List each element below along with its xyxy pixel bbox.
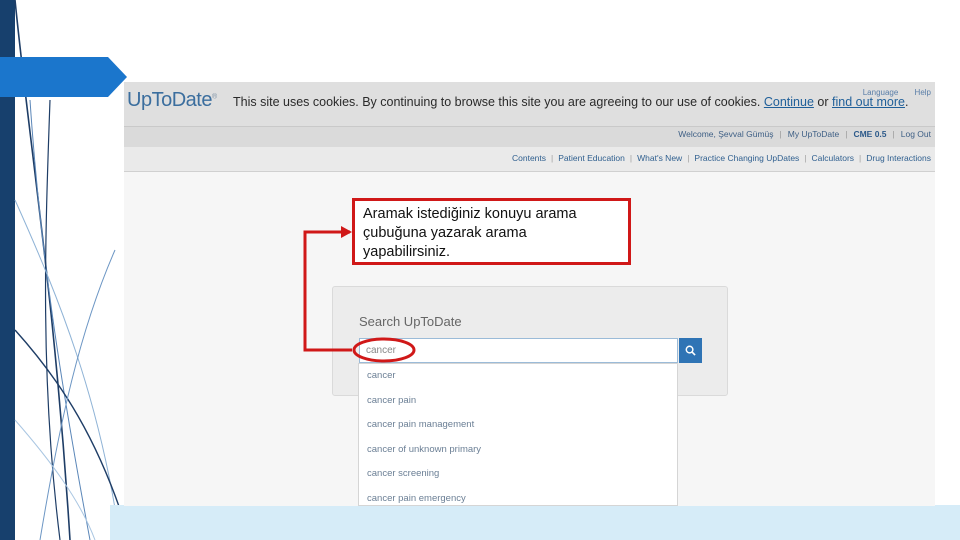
search-input[interactable]: cancer bbox=[359, 338, 678, 363]
find-out-more-link[interactable]: find out more bbox=[832, 95, 905, 109]
nav-calculators[interactable]: Calculators bbox=[812, 153, 855, 163]
continue-link[interactable]: Continue bbox=[764, 95, 814, 109]
search-button[interactable] bbox=[679, 338, 702, 363]
cookie-period: . bbox=[904, 95, 909, 109]
suggestion-item[interactable]: cancer pain emergency bbox=[359, 487, 677, 507]
callout-line: Aramak istediğiniz konuyu arama bbox=[363, 206, 577, 222]
cme-link[interactable]: CME 0.5 bbox=[853, 129, 886, 139]
logo-text: UpToDate bbox=[127, 89, 212, 111]
separator: | bbox=[892, 129, 895, 139]
welcome-text: Welcome, Şevval Gümüş bbox=[678, 129, 774, 139]
cookie-connector: or bbox=[817, 95, 829, 109]
help-link[interactable]: Help bbox=[915, 88, 931, 97]
cookie-message: This site uses cookies. By continuing to… bbox=[233, 95, 908, 109]
nav-practice-changing-updates[interactable]: Practice Changing UpDates bbox=[694, 153, 799, 163]
suggestion-item[interactable]: cancer of unknown primary bbox=[359, 438, 677, 463]
search-title: Search UpToDate bbox=[359, 314, 462, 329]
cookie-message-text: This site uses cookies. By continuing to… bbox=[233, 95, 761, 109]
search-icon bbox=[685, 345, 696, 356]
main-nav: Contents | Patient Education | What's New | Pr… bbox=[124, 147, 935, 172]
logo-mark: ® bbox=[211, 93, 217, 101]
cookie-banner: UpToDate® This site uses cookies. By con… bbox=[124, 82, 935, 126]
suggestion-item[interactable]: cancer bbox=[359, 364, 677, 389]
suggestion-item[interactable]: cancer screening bbox=[359, 462, 677, 487]
separator: | bbox=[551, 153, 554, 163]
nav-patient-education[interactable]: Patient Education bbox=[558, 153, 625, 163]
nav-links: Contents | Patient Education | What's New | Pr… bbox=[512, 153, 931, 163]
suggestion-item[interactable]: cancer pain management bbox=[359, 413, 677, 438]
nav-contents[interactable]: Contents bbox=[512, 153, 546, 163]
top-links: Language Help bbox=[849, 88, 931, 97]
annotation-callout: Aramak istediğiniz konuyu arama çubuğuna… bbox=[352, 198, 631, 265]
my-uptodate-link[interactable]: My UpToDate bbox=[788, 129, 840, 139]
language-link[interactable]: Language bbox=[863, 88, 899, 97]
slide-arrow-tab bbox=[0, 57, 127, 97]
uptodate-logo[interactable]: UpToDate® bbox=[127, 89, 217, 112]
user-bar: Welcome, Şevval Gümüş | My UpToDate | CME 0.… bbox=[124, 126, 935, 147]
callout-line: çubuğuna yazarak arama bbox=[363, 225, 527, 241]
callout-line: yapabilirsiniz. bbox=[363, 244, 451, 260]
separator: | bbox=[859, 153, 862, 163]
slide-bottom-band bbox=[110, 505, 960, 540]
search-input-value: cancer bbox=[366, 345, 397, 356]
separator: | bbox=[779, 129, 782, 139]
separator: | bbox=[845, 129, 848, 139]
separator: | bbox=[629, 153, 633, 163]
uptodate-screenshot: UpToDate® This site uses cookies. By con… bbox=[124, 82, 935, 506]
separator: | bbox=[687, 153, 690, 163]
suggestion-item[interactable]: cancer pain bbox=[359, 389, 677, 414]
user-links: Welcome, Şevval Gümüş | My UpToDate | CME 0.… bbox=[678, 129, 931, 139]
separator: | bbox=[804, 153, 807, 163]
logout-link[interactable]: Log Out bbox=[901, 129, 931, 139]
nav-drug-interactions[interactable]: Drug Interactions bbox=[866, 153, 931, 163]
autocomplete-dropdown: cancer cancer pain cancer pain managemen… bbox=[358, 363, 678, 506]
nav-whats-new[interactable]: What's New bbox=[637, 153, 682, 163]
